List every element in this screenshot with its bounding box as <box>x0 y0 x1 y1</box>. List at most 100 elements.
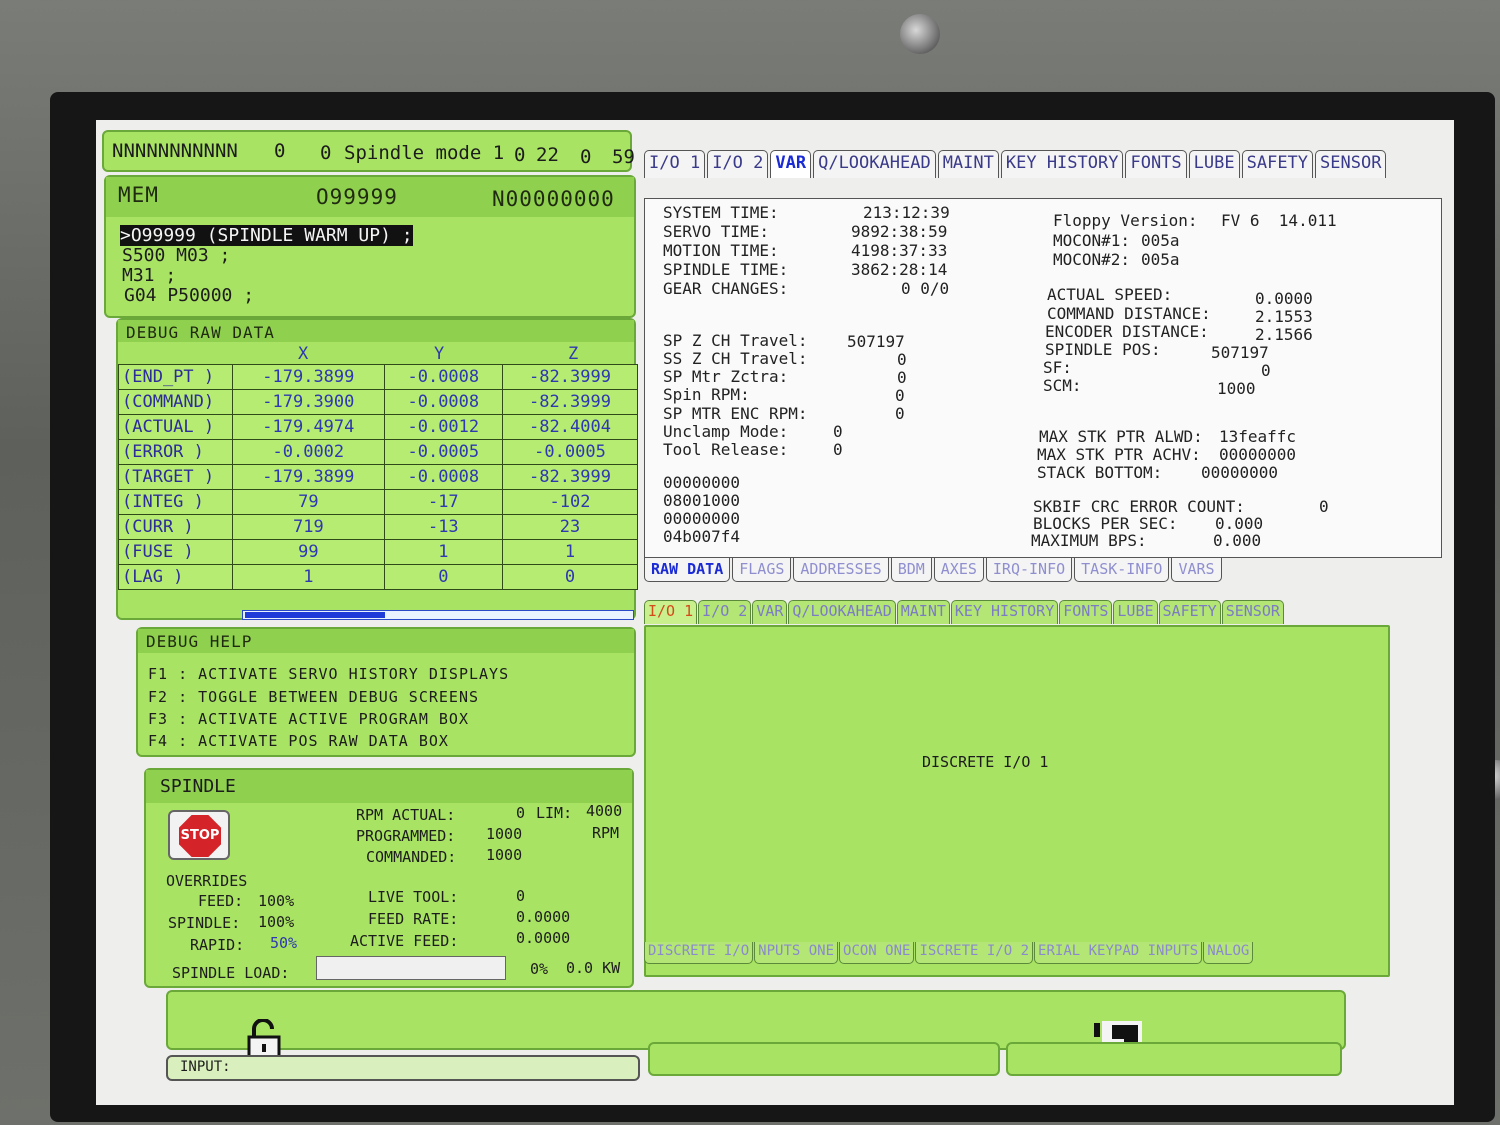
program-line: G04 P50000 ; <box>124 285 255 306</box>
spindle-stop-button[interactable]: STOP <box>168 810 230 860</box>
subtab-addresses[interactable]: ADDRESSES <box>793 558 889 582</box>
io-tab-maint[interactable]: MAINT <box>896 600 950 624</box>
commanded-value: 1000 <box>486 846 523 864</box>
table-row: (TARGET ) -179.3899 -0.0008 -82.3999 <box>118 464 639 490</box>
unlock-icon[interactable] <box>188 1000 281 1061</box>
tab-q-lookahead[interactable]: Q/LOOKAHEAD <box>813 150 936 178</box>
status-b: 0 <box>320 142 332 164</box>
sp-z-ch-travel-label: SP Z CH Travel: <box>663 331 808 350</box>
program-mode: MEM <box>118 183 159 207</box>
table-row: (COMMAND) -179.3900 -0.0008 -82.3999 <box>118 389 639 415</box>
program-line: M31 ; <box>122 265 177 286</box>
status-e: 0 <box>580 146 592 168</box>
sp-z-ch-travel-value: 507197 <box>847 332 905 351</box>
stop-sign-icon: STOP <box>179 815 221 857</box>
io-subtab-nputs-one[interactable]: NPUTS ONE <box>754 942 839 964</box>
hex-value-2: 08001000 <box>663 491 741 510</box>
help-line-f3: F3 : ACTIVATE ACTIVE PROGRAM BOX <box>148 710 469 728</box>
discrete-io-panel: DISCRETE I/O 1 <box>644 625 1390 977</box>
cell-z: -102 <box>501 489 639 515</box>
subtab-flags[interactable]: FLAGS <box>732 558 792 582</box>
input-field[interactable]: INPUT: <box>166 1055 640 1081</box>
tab-safety[interactable]: SAFETY <box>1241 150 1314 178</box>
tab-var[interactable]: VAR <box>770 150 812 178</box>
io-tab-q-lookahead[interactable]: Q/LOOKAHEAD <box>788 600 896 624</box>
table-row: (ERROR ) -0.0002 -0.0005 -0.0005 <box>118 439 639 465</box>
help-line-f4: F4 : ACTIVATE POS RAW DATA BOX <box>148 732 449 750</box>
io-subtab-nalog[interactable]: NALOG <box>1203 942 1254 964</box>
spindle-override-label: SPINDLE: <box>168 914 241 932</box>
scm-value: 1000 <box>1217 379 1256 398</box>
io-tab-fonts[interactable]: FONTS <box>1059 600 1113 624</box>
servo-time-label: SERVO TIME: <box>663 222 769 241</box>
io-tab-safety[interactable]: SAFETY <box>1158 600 1221 624</box>
cell-x: -0.0002 <box>232 439 385 465</box>
tab-i-o-1[interactable]: I/O 1 <box>644 150 706 178</box>
subtab-task-info[interactable]: TASK-INFO <box>1074 558 1170 582</box>
io-subtab-ocon-one[interactable]: OCON ONE <box>839 942 915 964</box>
io-subtab-iscrete-i-o-2[interactable]: ISCRETE I/O 2 <box>915 942 1034 964</box>
motion-time-value: 4198:37:33 <box>851 241 948 260</box>
stack-bottom-value: 00000000 <box>1201 463 1279 482</box>
system-time-value: 213:12:39 <box>863 203 950 222</box>
command-distance-value: 2.1553 <box>1255 307 1313 326</box>
tab-key-history[interactable]: KEY HISTORY <box>1000 150 1124 178</box>
maximum-bps-value: 0.000 <box>1213 531 1262 550</box>
debug-raw-data-panel: DEBUG RAW DATA X Y Z (END_PT ) -179.3899-… <box>116 318 639 620</box>
spindle-time-value: 3862:28:14 <box>851 260 948 279</box>
status-f: 59 <box>612 146 635 168</box>
io-subtab-erial-keypad-inputs[interactable]: ERIAL KEYPAD INPUTS <box>1034 942 1203 964</box>
subtab-axes[interactable]: AXES <box>933 558 984 582</box>
tab-i-o-2[interactable]: I/O 2 <box>707 150 769 178</box>
cell-z: 23 <box>501 514 639 540</box>
program-window[interactable]: MEM O99999 N00000000 >O99999 (SPINDLE WA… <box>104 175 636 318</box>
cell-z: -0.0005 <box>501 439 639 465</box>
debug-scroll-thumb[interactable] <box>245 612 385 618</box>
tab-maint[interactable]: MAINT <box>937 150 999 178</box>
servo-time-value: 9892:38:59 <box>851 222 948 241</box>
spindle-panel: SPINDLE STOP RPM ACTUAL: 0 LIM: 4000 PRO… <box>144 768 634 988</box>
tab-sensor[interactable]: SENSOR <box>1315 150 1387 178</box>
cell-z: 0 <box>501 564 639 590</box>
tab-fonts[interactable]: FONTS <box>1125 150 1187 178</box>
gear-changes-label: GEAR CHANGES: <box>663 279 789 298</box>
discrete-io-title: DISCRETE I/O 1 <box>922 753 1049 771</box>
cell-x: -179.4974 <box>232 414 385 440</box>
io-tab-i-o-1[interactable]: I/O 1 <box>644 600 698 624</box>
cell-x: 719 <box>232 514 385 540</box>
row-label: (CURR ) <box>118 514 233 540</box>
io-subtab-discrete-i-o[interactable]: DISCRETE I/O <box>644 942 754 964</box>
actual-speed-value: 0.0000 <box>1255 289 1313 308</box>
subtab-irq-info[interactable]: IRQ-INFO <box>985 558 1073 582</box>
cell-z: -82.3999 <box>501 364 639 390</box>
sp-mtr-zctra-label: SP Mtr Zctra: <box>663 367 789 386</box>
row-label: (LAG ) <box>118 564 233 590</box>
subtab-bdm[interactable]: BDM <box>890 558 932 582</box>
subtab-vars[interactable]: VARS <box>1171 558 1222 582</box>
io-tab-lube[interactable]: LUBE <box>1113 600 1158 624</box>
io-tab-key-history[interactable]: KEY HISTORY <box>950 600 1059 624</box>
program-block: N00000000 <box>492 187 615 211</box>
var-panel: SYSTEM TIME: 213:12:39 SERVO TIME: 9892:… <box>644 198 1442 558</box>
program-number: O99999 <box>316 185 398 209</box>
row-label: (INTEG ) <box>118 489 233 515</box>
max-stk-achv-value: 00000000 <box>1219 445 1297 464</box>
tool-release-label: Tool Release: <box>663 440 789 459</box>
mocon2-value: 005a <box>1141 250 1180 269</box>
status-bar: NNNNNNNNNNN 0 0 Spindle mode 1 0 22 0 59 <box>102 130 635 172</box>
cell-x: 99 <box>232 539 385 565</box>
max-stk-alwd-label: MAX STK PTR ALWD: <box>1039 427 1203 446</box>
cell-y: -0.0008 <box>383 364 503 390</box>
io-tab-sensor[interactable]: SENSOR <box>1221 600 1284 624</box>
program-header: MEM O99999 N00000000 <box>106 177 634 217</box>
motion-time-label: MOTION TIME: <box>663 241 779 260</box>
io-tab-var[interactable]: VAR <box>752 600 788 624</box>
tab-lube[interactable]: LUBE <box>1188 150 1240 178</box>
cell-x: -179.3899 <box>232 364 385 390</box>
sf-value: 0 <box>1261 361 1271 380</box>
status-c: 0 <box>514 144 526 166</box>
tool-release-value: 0 <box>833 440 843 459</box>
debug-scrollbar[interactable] <box>242 610 634 620</box>
subtab-raw-data[interactable]: RAW DATA <box>644 558 731 582</box>
io-tab-i-o-2[interactable]: I/O 2 <box>698 600 752 624</box>
